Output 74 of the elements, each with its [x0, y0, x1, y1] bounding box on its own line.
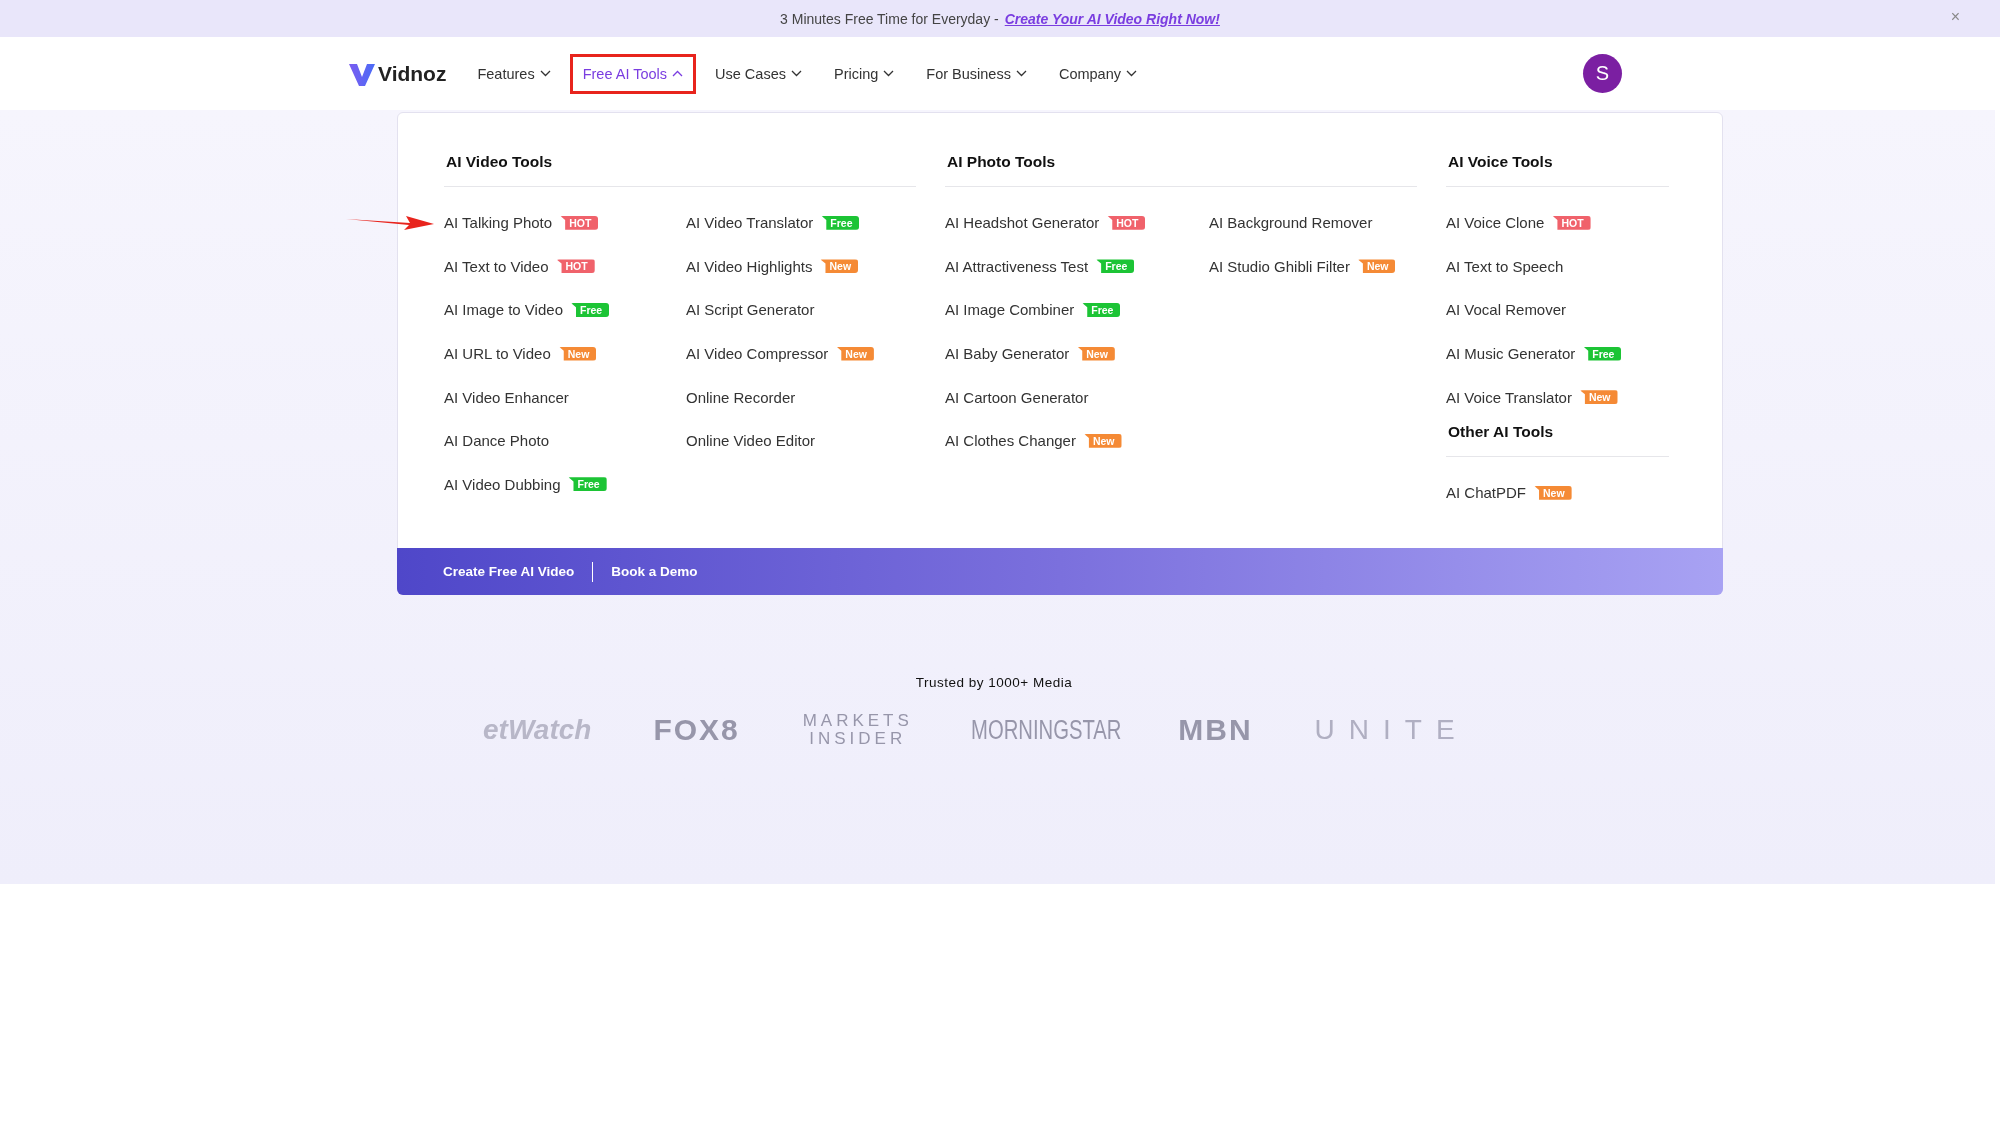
tag-label: HOT — [1107, 215, 1146, 230]
menu-link[interactable]: AI Vocal Remover — [1446, 301, 1567, 319]
menu-link[interactable]: AI Text to Speech — [1446, 257, 1564, 275]
menu-link[interactable]: AI Cartoon Generator — [945, 388, 1089, 406]
tag-label: New — [1077, 346, 1115, 361]
tag-label: New — [558, 346, 597, 361]
caret-icon — [672, 70, 684, 77]
media-logo: etWatch — [483, 714, 592, 746]
tag-label: Free — [1583, 346, 1622, 361]
nav-menu-item[interactable]: Use Cases — [702, 53, 815, 94]
section-heading: AI Photo Tools — [945, 153, 1417, 187]
menu-link[interactable]: AI Video Dubbing — [444, 475, 561, 493]
tag-label: New — [1083, 433, 1122, 448]
media-logo: MARKETS INSIDER — [801, 712, 914, 748]
tag-label: New — [836, 346, 874, 361]
media-logo: FOX8 — [653, 713, 740, 747]
tag-label: New — [1357, 259, 1396, 274]
promo-text: 3 Minutes Free Time for Everyday - — [780, 10, 999, 27]
footer-link[interactable]: Create Free AI Video — [443, 564, 575, 579]
menu-link[interactable]: AI Clothes Changer — [945, 432, 1076, 450]
tag-label: New — [820, 259, 859, 274]
menu-link[interactable]: AI Headshot Generator — [945, 214, 1100, 232]
menu-link[interactable]: AI Video Enhancer — [444, 388, 569, 406]
tag-label: Free — [568, 477, 607, 492]
nav-menu-item[interactable]: Features — [464, 53, 564, 94]
tag-label: Free — [821, 215, 860, 230]
section-title: Trusted by 1000+ Media — [914, 675, 1074, 690]
menu-link[interactable]: AI Video Compressor — [686, 345, 829, 363]
tag-label: Free — [1096, 259, 1135, 274]
media-logo: UNITE — [1314, 714, 1469, 746]
menu-link[interactable]: AI URL to Video — [444, 345, 551, 363]
tag-label: New — [1534, 485, 1572, 500]
menu-link[interactable]: AI Text to Video — [444, 257, 549, 275]
menu-link[interactable]: AI Image to Video — [444, 301, 563, 319]
caret-icon — [1015, 70, 1027, 77]
caret-icon — [1126, 70, 1137, 77]
tag-label: HOT — [560, 215, 599, 230]
nav-menu-item[interactable]: Company — [1045, 53, 1150, 94]
tag-label: New — [1579, 390, 1618, 405]
menu-link[interactable]: AI Studio Ghibli Filter — [1209, 257, 1350, 275]
nav-menu-item[interactable]: Pricing — [820, 53, 908, 94]
section-heading: Other AI Tools — [1446, 422, 1669, 457]
menu-link[interactable]: AI Background Remover — [1209, 214, 1373, 232]
menu-link[interactable]: Online Recorder — [686, 388, 796, 406]
section-heading: AI Voice Tools — [1446, 153, 1669, 187]
media-logo: MBN — [1178, 713, 1253, 747]
menu-link[interactable]: AI Video Highlights — [686, 257, 813, 275]
nav-menu-item[interactable]: Free AI Tools — [569, 53, 697, 94]
menu-link[interactable]: AI Script Generator — [686, 301, 815, 319]
menu-link[interactable]: AI Voice Clone — [1446, 214, 1545, 232]
menu-link[interactable]: AI Dance Photo — [444, 432, 550, 450]
nav-menu-item[interactable]: For Business — [913, 53, 1040, 94]
media-logo: MORNINGSTAR — [970, 714, 1122, 746]
menu-link[interactable]: AI ChatPDF — [1446, 484, 1527, 502]
caret-icon — [883, 70, 895, 77]
user-avatar[interactable]: S — [1583, 54, 1622, 93]
menu-link[interactable]: AI Music Generator — [1446, 345, 1576, 363]
tag-label: HOT — [1552, 215, 1591, 230]
caret-icon — [790, 70, 802, 77]
menu-link[interactable]: Online Video Editor — [686, 432, 815, 450]
promo-link[interactable]: Create Your AI Video Right Now! — [1004, 10, 1220, 27]
menu-link[interactable]: AI Talking Photo — [444, 214, 553, 232]
caret-icon — [539, 70, 551, 77]
section-heading: AI Video Tools — [444, 153, 916, 187]
menu-link[interactable]: AI Baby Generator — [945, 345, 1070, 363]
tag-label: HOT — [556, 259, 595, 274]
footer-link[interactable]: Book a Demo — [611, 564, 698, 579]
menu-link[interactable]: AI Video Translator — [686, 214, 814, 232]
tag-label: Free — [570, 303, 610, 317]
tag-label: Free — [1082, 303, 1121, 317]
menu-link[interactable]: AI Image Combiner — [945, 301, 1075, 319]
menu-link[interactable]: AI Attractiveness Test — [945, 257, 1089, 275]
menu-link[interactable]: AI Voice Translator — [1446, 388, 1572, 406]
logo-text[interactable]: Vidnoz — [378, 61, 447, 86]
